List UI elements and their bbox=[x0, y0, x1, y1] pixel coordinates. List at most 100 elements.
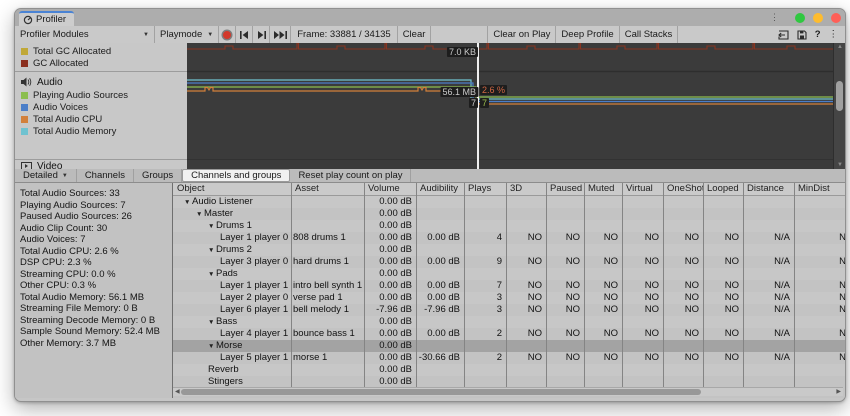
detailed-view-dropdown[interactable]: Detailed ▼ bbox=[15, 169, 77, 182]
column-header-mindist[interactable]: MinDist bbox=[794, 183, 845, 195]
help-button[interactable]: ? bbox=[811, 29, 825, 40]
audio-legend-item[interactable]: Playing Audio Sources bbox=[15, 89, 187, 101]
table-row[interactable]: ▼Master0.00 dB bbox=[173, 208, 845, 220]
table-row[interactable]: ▼Drums 20.00 dB bbox=[173, 244, 845, 256]
memory-legend-item[interactable]: GC Allocated bbox=[15, 57, 187, 69]
window-zoom-button[interactable] bbox=[795, 13, 805, 23]
foldout-triangle-icon[interactable]: ▼ bbox=[184, 197, 192, 208]
current-frame-button[interactable] bbox=[270, 26, 291, 43]
tab-channels[interactable]: Channels bbox=[77, 169, 134, 182]
foldout-triangle-icon[interactable]: ▼ bbox=[208, 269, 216, 280]
chart-lines bbox=[187, 43, 835, 169]
table-row[interactable]: Layer 2 player 0verse pad 10.00 dB0.00 d… bbox=[173, 292, 845, 304]
virtual-cell bbox=[622, 208, 663, 220]
titlebar-menu-dots-icon[interactable]: ⋮ bbox=[770, 12, 779, 23]
audio-legend-item[interactable]: Audio Voices bbox=[15, 101, 187, 113]
scroll-left-icon[interactable]: ◀ bbox=[175, 388, 180, 396]
stat-line: Audio Voices: 7 bbox=[20, 234, 172, 246]
video-module-header[interactable]: Video bbox=[15, 161, 187, 169]
table-row[interactable]: ▼Bass0.00 dB bbox=[173, 316, 845, 328]
column-header-distance[interactable]: Distance bbox=[743, 183, 794, 195]
table-row[interactable]: Layer 6 player 1bell melody 1-7.96 dB-7.… bbox=[173, 304, 845, 316]
column-header-3d[interactable]: 3D bbox=[506, 183, 546, 195]
reset-play-count-toggle[interactable]: Reset play count on play bbox=[290, 169, 411, 182]
playmode-label: Playmode bbox=[160, 29, 202, 40]
column-header-muted[interactable]: Muted bbox=[584, 183, 622, 195]
table-row[interactable]: Layer 1 player 1intro bell synth 10.00 d… bbox=[173, 280, 845, 292]
table-row[interactable]: Layer 1 player 0808 drums 10.00 dB0.00 d… bbox=[173, 232, 845, 244]
foldout-triangle-icon[interactable]: ▼ bbox=[208, 341, 216, 352]
scroll-right-icon[interactable]: ▶ bbox=[836, 388, 841, 396]
audio-legend-item[interactable]: Total Audio CPU bbox=[15, 113, 187, 125]
audibility-cell: 0.00 dB bbox=[416, 292, 464, 304]
oneshot-cell bbox=[663, 340, 703, 352]
column-header-virtual[interactable]: Virtual bbox=[622, 183, 663, 195]
column-header-volume[interactable]: Volume bbox=[364, 183, 416, 195]
virtual-cell bbox=[622, 244, 663, 256]
table-row[interactable]: Layer 3 player 0hard drums 10.00 dB0.00 … bbox=[173, 256, 845, 268]
speaker-icon bbox=[21, 77, 32, 87]
table-row[interactable]: Reverb0.00 dB bbox=[173, 364, 845, 376]
profiler-modules-dropdown[interactable]: Profiler Modules ▼ bbox=[15, 26, 155, 43]
table-row[interactable]: Layer 5 player 1morse 10.00 dB-30.66 dB2… bbox=[173, 352, 845, 364]
d3-cell bbox=[506, 316, 546, 328]
title-bar: Profiler ⋮ bbox=[15, 9, 845, 27]
clear-on-play-toggle[interactable]: Clear on Play bbox=[487, 26, 556, 43]
column-header-oneshot[interactable]: OneShot bbox=[663, 183, 703, 195]
chart-scrollbar-thumb[interactable] bbox=[836, 81, 843, 111]
column-header-paused[interactable]: Paused bbox=[546, 183, 584, 195]
next-frame-button[interactable] bbox=[253, 26, 270, 43]
audio-module-header[interactable]: Audio bbox=[15, 75, 187, 89]
asset-cell: bounce bass 1 bbox=[291, 328, 364, 340]
window-close-button[interactable] bbox=[831, 13, 841, 23]
memory-module-legend: Total GC AllocatedGC Allocated bbox=[15, 43, 187, 69]
foldout-triangle-icon[interactable]: ▼ bbox=[208, 221, 216, 232]
plays-cell bbox=[464, 340, 506, 352]
column-header-audibility[interactable]: Audibility bbox=[416, 183, 464, 195]
scroll-down-icon[interactable]: ▼ bbox=[834, 162, 846, 168]
chart-canvas[interactable]: 7.0 KB 56.1 MB 2.6 % 7 7 bbox=[187, 43, 835, 169]
chevron-down-icon: ▼ bbox=[143, 32, 149, 38]
save-profile-button[interactable] bbox=[793, 30, 811, 40]
table-horizontal-scrollbar[interactable]: ◀ ▶ bbox=[173, 387, 843, 396]
foldout-triangle-icon[interactable]: ▼ bbox=[196, 209, 204, 220]
d3-cell bbox=[506, 208, 546, 220]
table-row[interactable]: Layer 4 player 1bounce bass 10.00 dB0.00… bbox=[173, 328, 845, 340]
column-header-looped[interactable]: Looped bbox=[703, 183, 743, 195]
stat-line: Streaming File Memory: 0 B bbox=[20, 303, 172, 315]
call-stacks-dropdown[interactable]: Call Stacks bbox=[620, 26, 679, 43]
chevron-down-icon: ▼ bbox=[62, 173, 68, 179]
plays-cell: 3 bbox=[464, 292, 506, 304]
audio-legend-item[interactable]: Total Audio Memory bbox=[15, 125, 187, 137]
column-header-object[interactable]: Object bbox=[173, 183, 291, 195]
table-row[interactable]: ▼Drums 10.00 dB bbox=[173, 220, 845, 232]
distance-cell: N/A bbox=[743, 292, 794, 304]
clear-button[interactable]: Clear bbox=[397, 26, 432, 43]
mindist-cell: N/A bbox=[794, 280, 845, 292]
tab-profiler[interactable]: Profiler bbox=[19, 11, 74, 26]
memory-legend-item[interactable]: Total GC Allocated bbox=[15, 45, 187, 57]
column-header-plays[interactable]: Plays bbox=[464, 183, 506, 195]
muted-cell bbox=[584, 196, 622, 208]
plays-cell bbox=[464, 364, 506, 376]
previous-frame-button[interactable] bbox=[236, 26, 253, 43]
column-header-asset[interactable]: Asset bbox=[291, 183, 364, 195]
table-row[interactable]: ▼Morse0.00 dB bbox=[173, 340, 845, 352]
context-menu-button[interactable]: ⋮ bbox=[825, 29, 843, 40]
foldout-triangle-icon[interactable]: ▼ bbox=[208, 317, 216, 328]
scroll-up-icon[interactable]: ▲ bbox=[834, 44, 846, 50]
window-minimize-button[interactable] bbox=[813, 13, 823, 23]
foldout-triangle-icon[interactable]: ▼ bbox=[208, 245, 216, 256]
table-row[interactable]: ▼Pads0.00 dB bbox=[173, 268, 845, 280]
tab-channels-and-groups[interactable]: Channels and groups bbox=[182, 169, 290, 182]
chart-vertical-scrollbar[interactable]: ▲ ▼ bbox=[833, 43, 845, 169]
deep-profile-toggle[interactable]: Deep Profile bbox=[556, 26, 619, 43]
record-button[interactable] bbox=[219, 26, 236, 43]
distance-cell: N/A bbox=[743, 328, 794, 340]
playmode-dropdown[interactable]: Playmode ▼ bbox=[155, 26, 219, 43]
table-row[interactable]: ▼Audio Listener0.00 dB bbox=[173, 196, 845, 208]
load-profile-button[interactable] bbox=[774, 30, 793, 40]
tab-groups[interactable]: Groups bbox=[134, 169, 182, 182]
audio-detail-pane: Total Audio Sources: 33Playing Audio Sou… bbox=[15, 183, 845, 398]
table-scrollbar-thumb[interactable] bbox=[181, 389, 701, 395]
